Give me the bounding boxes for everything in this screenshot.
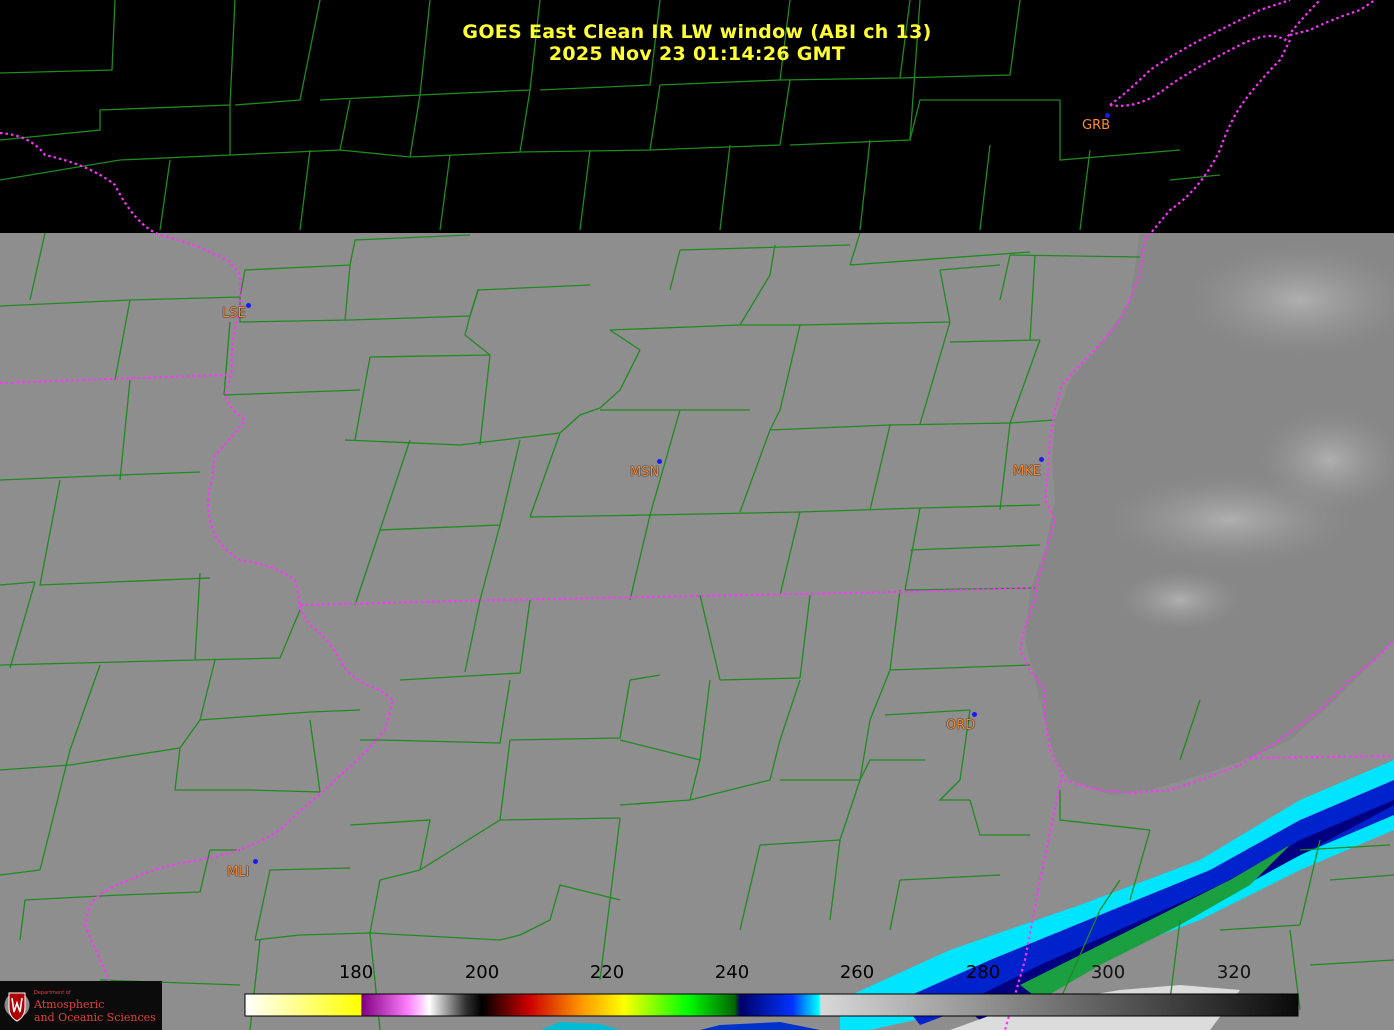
colorbar <box>244 993 1299 1017</box>
aos-logo: Department of Atmospheric and Oceanic Sc… <box>0 981 162 1030</box>
colorbar-tick-label: 240 <box>714 962 750 983</box>
station-label-lse: LSE <box>222 306 246 321</box>
station-label-ord: ORD <box>946 718 976 733</box>
colorbar-tick-label: 220 <box>589 962 625 983</box>
colorbar-tick-label: 300 <box>1090 962 1126 983</box>
logo-dept-text: Department of <box>34 990 71 996</box>
station-marker-msn <box>657 459 662 464</box>
image-timestamp: 2025 Nov 23 01:14:26 GMT <box>548 43 846 65</box>
station-label-grb: GRB <box>1082 118 1111 133</box>
station-marker-ord <box>972 712 977 717</box>
station-marker-lse <box>246 303 251 308</box>
colorbar-tick-label: 200 <box>464 962 500 983</box>
station-label-msn: MSN <box>630 465 660 480</box>
colorbar-tick-label: 180 <box>338 962 374 983</box>
uw-shield-icon <box>4 992 30 1022</box>
station-marker-mli <box>253 859 258 864</box>
station-marker-mke <box>1039 457 1044 462</box>
colorbar-tick-label: 260 <box>839 962 875 983</box>
logo-text-line2: and Oceanic Sciences <box>34 1011 156 1024</box>
colorbar-tick-label: 320 <box>1216 962 1252 983</box>
satellite-map <box>0 0 1394 1030</box>
logo-text-line1: Atmospheric <box>34 998 105 1011</box>
image-title: GOES East Clean IR LW window (ABI ch 13) <box>462 21 932 43</box>
station-label-mli: MLI <box>227 865 250 880</box>
station-label-mke: MKE <box>1013 464 1041 479</box>
colorbar-tick-label: 280 <box>965 962 1001 983</box>
